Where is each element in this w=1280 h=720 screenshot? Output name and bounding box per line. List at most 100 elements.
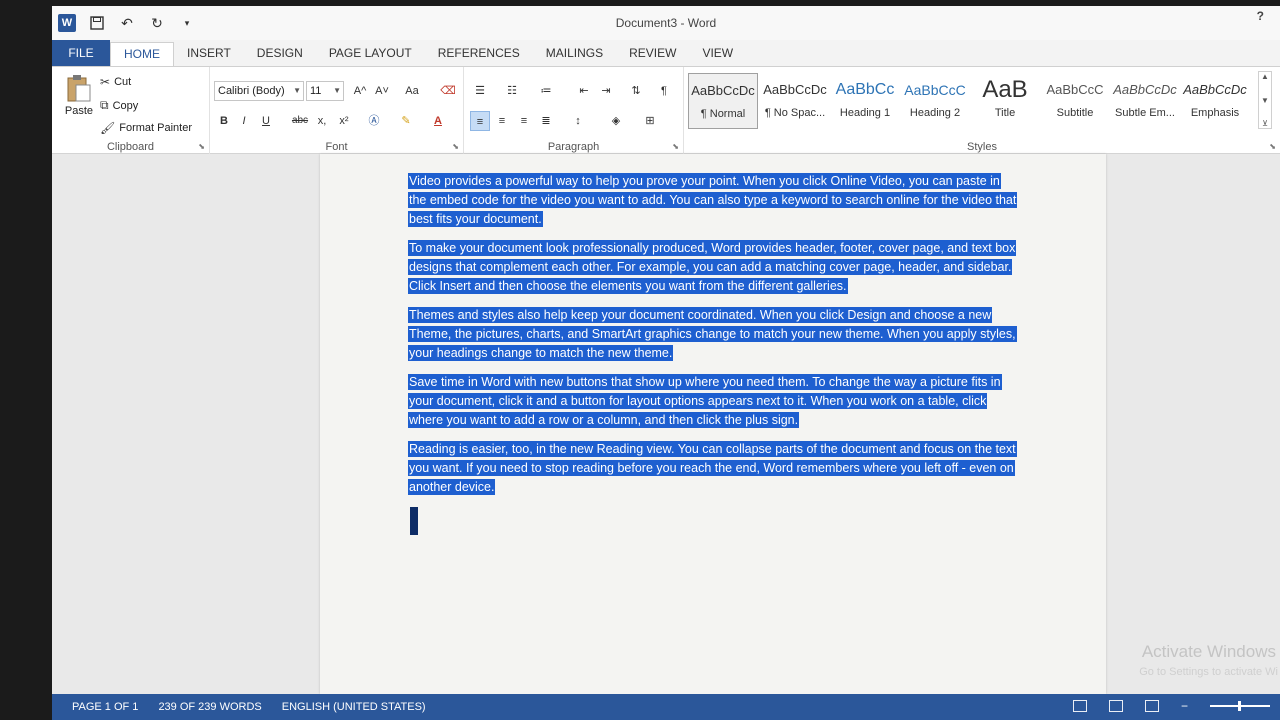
tab-design[interactable]: DESIGN (244, 42, 316, 66)
shading-icon[interactable]: ◈ (606, 111, 626, 131)
format-painter-label: Format Painter (119, 122, 192, 134)
line-spacing-icon[interactable]: ↕ (568, 111, 588, 131)
shrink-font-button[interactable]: A˅ (372, 81, 392, 101)
align-center-icon[interactable]: ≡ (492, 111, 512, 131)
align-right-icon[interactable]: ≡ (514, 111, 534, 131)
document-body[interactable]: Video provides a powerful way to help yo… (408, 172, 1020, 535)
numbering-icon[interactable]: ☷ (502, 81, 522, 101)
subscript-button[interactable]: x, (312, 111, 332, 131)
cut-button[interactable]: ✂ Cut (100, 75, 131, 89)
tab-references[interactable]: REFERENCES (425, 42, 533, 66)
style-subtle-emphasis[interactable]: AaBbCcDc Subtle Em... (1110, 73, 1180, 129)
view-controls: − (1072, 699, 1270, 713)
tab-file[interactable]: FILE (52, 40, 110, 66)
tab-page-layout[interactable]: PAGE LAYOUT (316, 42, 425, 66)
activate-windows-hint: Go to Settings to activate Wi (1139, 666, 1278, 678)
format-painter-button[interactable]: 🖌 Format Painter (100, 121, 192, 135)
justify-icon[interactable]: ≣ (536, 111, 556, 131)
font-group: Calibri (Body) ▼ 11 ▼ A^ A˅ Aa ⌫ B I U a… (210, 67, 464, 155)
styles-launcher-icon[interactable]: ⬊ (1269, 142, 1276, 151)
style-title[interactable]: AaB Title (970, 73, 1040, 129)
paste-label: Paste (64, 105, 94, 117)
clear-formatting-icon[interactable]: ⌫ (438, 81, 458, 101)
bullets-icon[interactable]: ☰ (470, 81, 490, 101)
text-effects-icon[interactable]: Ⓐ (364, 111, 384, 131)
font-size-select[interactable]: 11 ▼ (306, 81, 344, 101)
style-emphasis[interactable]: AaBbCcDc Emphasis (1180, 73, 1250, 129)
styles-group: AaBbCcDc ¶ Normal AaBbCcDc ¶ No Spac... … (684, 67, 1280, 155)
tab-review[interactable]: REVIEW (616, 42, 689, 66)
paragraph[interactable]: Save time in Word with new buttons that … (408, 373, 1020, 430)
zoom-slider[interactable] (1210, 701, 1270, 711)
style-no-spacing[interactable]: AaBbCcDc ¶ No Spac... (760, 73, 830, 129)
print-layout-icon[interactable] (1108, 700, 1123, 712)
grow-font-button[interactable]: A^ (350, 81, 370, 101)
style-heading-2[interactable]: AaBbCcC Heading 2 (900, 73, 970, 129)
word-count[interactable]: 239 OF 239 WORDS (158, 701, 261, 713)
paragraph-group-label: Paragraph (547, 141, 600, 153)
styles-gallery-scroll[interactable]: ▲ ▼ ⊻ (1258, 71, 1272, 129)
window-title: Document3 - Word (615, 16, 717, 30)
document-page[interactable]: Video provides a powerful way to help yo… (320, 154, 1106, 694)
clipboard-launcher-icon[interactable]: ⬊ (198, 142, 205, 151)
font-launcher-icon[interactable]: ⬊ (452, 142, 459, 151)
paragraph[interactable]: Video provides a powerful way to help yo… (408, 172, 1020, 229)
strikethrough-button[interactable]: abc (288, 111, 312, 131)
tab-home[interactable]: HOME (110, 42, 174, 66)
align-left-icon[interactable]: ≡ (470, 111, 490, 131)
increase-indent-icon[interactable]: ⇥ (596, 81, 616, 101)
underline-button[interactable]: U (256, 111, 276, 131)
copy-label: Copy (112, 99, 139, 112)
sort-icon[interactable]: ⇅ (626, 81, 646, 101)
paragraph-group: ☰ ☷ ≔ ⇤ ⇥ ⇅ ¶ ≡ ≡ ≡ ≣ ↕ ◈ ⊞ Paragraph ⬊ (464, 67, 684, 155)
change-case-button[interactable]: Aa (398, 81, 426, 101)
clipboard-group: Paste ✂ Cut ⧉ Copy 🖌 Format Painter Clip… (52, 67, 210, 155)
style-heading-1[interactable]: AaBbCc Heading 1 (830, 73, 900, 129)
more-styles-icon[interactable]: ⊻ (1262, 119, 1268, 128)
highlight-color-icon[interactable]: ✎ (396, 111, 416, 131)
ribbon-tabs: FILE HOME INSERT DESIGN PAGE LAYOUT REFE… (52, 40, 1280, 66)
zoom-out-icon[interactable]: − (1181, 699, 1188, 713)
superscript-button[interactable]: x² (334, 111, 354, 131)
paragraph[interactable]: To make your document look professionall… (408, 239, 1020, 296)
style-sample: AaBbCc (835, 81, 895, 98)
borders-icon[interactable]: ⊞ (640, 111, 660, 131)
page-count[interactable]: PAGE 1 OF 1 (72, 701, 138, 713)
style-name: Heading 1 (839, 107, 891, 119)
show-formatting-marks-icon[interactable]: ¶ (654, 81, 674, 101)
decrease-indent-icon[interactable]: ⇤ (574, 81, 594, 101)
multilevel-list-icon[interactable]: ≔ (536, 81, 556, 101)
chevron-down-icon[interactable]: ▼ (1261, 96, 1269, 105)
read-mode-icon[interactable] (1072, 700, 1087, 712)
tab-view[interactable]: VIEW (689, 42, 746, 66)
copy-button[interactable]: ⧉ Copy (100, 98, 138, 113)
tab-insert[interactable]: INSERT (174, 42, 244, 66)
paste-button[interactable]: Paste (62, 73, 96, 117)
font-size-value: 11 (310, 85, 322, 97)
styles-group-label: Styles (967, 141, 997, 153)
font-color-icon[interactable]: A (428, 111, 448, 131)
zoom-slider-thumb[interactable] (1238, 701, 1241, 711)
chevron-up-icon[interactable]: ▲ (1261, 72, 1269, 81)
selected-text: Reading is easier, too, in the new Readi… (408, 441, 1017, 495)
paragraph[interactable]: Reading is easier, too, in the new Readi… (408, 440, 1020, 497)
help-icon[interactable]: ? (1257, 9, 1264, 23)
paragraph[interactable]: Themes and styles also help keep your do… (408, 306, 1020, 363)
font-family-select[interactable]: Calibri (Body) ▼ (214, 81, 304, 101)
language-status[interactable]: ENGLISH (UNITED STATES) (282, 701, 426, 713)
empty-paragraph-selection (410, 507, 418, 535)
web-layout-icon[interactable] (1144, 700, 1159, 712)
style-name: ¶ No Spac... (764, 107, 826, 119)
style-sample: AaBbCcDc (1113, 82, 1177, 97)
style-normal[interactable]: AaBbCcDc ¶ Normal (688, 73, 758, 129)
style-subtitle[interactable]: AaBbCcC Subtitle (1040, 73, 1110, 129)
tab-mailings[interactable]: MAILINGS (533, 42, 616, 66)
font-family-value: Calibri (Body) (218, 85, 285, 97)
paragraph-launcher-icon[interactable]: ⬊ (672, 142, 679, 151)
activate-windows-watermark: Activate Windows (1141, 642, 1276, 661)
title-bar: W ↶ ↻ ▾ Document3 - Word ? (52, 6, 1280, 40)
chevron-down-icon: ▼ (333, 86, 341, 95)
italic-button[interactable]: I (234, 111, 254, 131)
font-group-label: Font (325, 141, 348, 153)
bold-button[interactable]: B (214, 111, 234, 131)
